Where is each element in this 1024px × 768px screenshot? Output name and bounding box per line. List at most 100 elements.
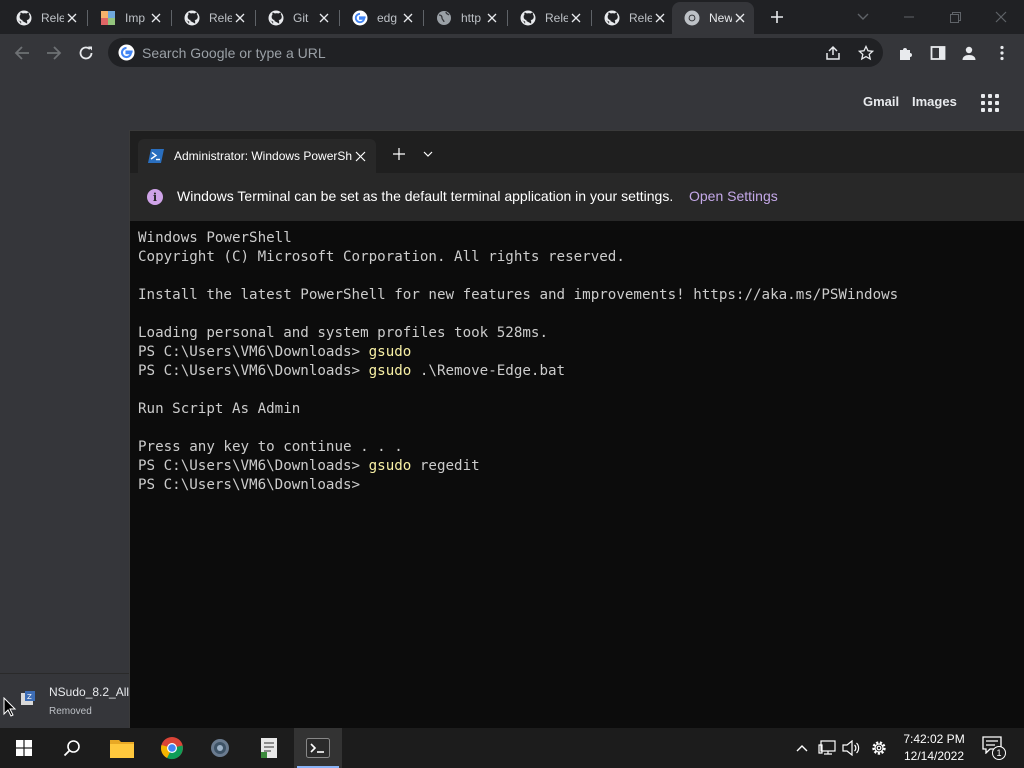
plus-icon <box>771 11 783 23</box>
browser-tab-title: Git <box>293 11 309 25</box>
terminal-tab[interactable]: Administrator: Windows PowerShell <box>138 139 376 173</box>
new-tab-button[interactable] <box>766 6 788 28</box>
download-filename: NSudo_8.2_All <box>49 685 129 699</box>
close-icon <box>735 13 745 23</box>
close-window-button[interactable] <box>978 0 1024 34</box>
clock[interactable]: 7:42:02 PM 12/14/2022 <box>898 731 970 765</box>
restore-icon <box>949 11 961 23</box>
tab-close-button[interactable] <box>568 10 584 26</box>
taskbar-settings-app[interactable] <box>196 728 244 768</box>
browser-tab[interactable]: New <box>672 2 754 34</box>
close-icon <box>235 13 245 23</box>
browser-toolbar <box>0 34 1024 71</box>
start-button[interactable] <box>0 728 48 768</box>
terminal-window: Administrator: Windows PowerShell i Wind… <box>129 130 1024 728</box>
tab-close-button[interactable] <box>652 10 668 26</box>
console-output-line: Loading personal and system profiles too… <box>138 325 548 341</box>
console-prompt: PS C:\Users\VM6\Downloads> <box>138 344 369 360</box>
profile-button[interactable] <box>955 39 983 67</box>
browser-tab-title: Rele <box>209 11 232 25</box>
browser-tab[interactable]: Imp <box>88 4 170 32</box>
side-panel-button[interactable] <box>924 39 952 67</box>
volume-button[interactable] <box>839 728 863 768</box>
info-icon: i <box>147 189 163 205</box>
colorful-square-icon <box>100 10 116 26</box>
omnibox[interactable] <box>108 38 883 67</box>
close-icon <box>655 13 665 23</box>
browser-tab[interactable]: http <box>424 4 506 32</box>
menu-button[interactable] <box>988 39 1016 67</box>
taskbar-windows-terminal[interactable] <box>294 728 342 768</box>
tab-close-button[interactable] <box>316 10 332 26</box>
bookmark-button[interactable] <box>855 42 877 64</box>
more-vert-icon <box>1000 45 1004 61</box>
tab-close-button[interactable] <box>232 10 248 26</box>
chevron-down-icon <box>423 151 433 157</box>
console-command: gsudo <box>368 458 412 474</box>
infobar-message: Windows Terminal can be set as the defau… <box>177 188 674 204</box>
console-output-line: Windows PowerShell <box>138 230 292 246</box>
taskbar-document-app[interactable] <box>245 728 293 768</box>
forward-button[interactable] <box>40 39 68 67</box>
tab-close-button[interactable] <box>484 10 500 26</box>
star-icon <box>858 45 874 61</box>
action-center-button[interactable]: 1 <box>982 736 1006 760</box>
console-command-line: PS C:\Users\VM6\Downloads> gsudo <box>138 343 1018 362</box>
close-icon <box>571 13 581 23</box>
browser-tab[interactable]: Rele <box>508 4 590 32</box>
browser-tab[interactable]: Git <box>256 4 338 32</box>
tab-close-button[interactable] <box>400 10 416 26</box>
search-icon <box>63 740 80 757</box>
console-output-line: Press any key to continue . . . <box>138 439 403 455</box>
terminal-console[interactable]: Windows PowerShell Copyright (C) Microsof… <box>138 229 1018 495</box>
gmail-link[interactable]: Gmail <box>863 94 899 109</box>
reload-button[interactable] <box>72 39 100 67</box>
github-icon <box>604 10 620 26</box>
settings-tray-button[interactable] <box>867 728 891 768</box>
console-command-line: PS C:\Users\VM6\Downloads> gsudo .\Remov… <box>138 362 1018 381</box>
github-icon <box>268 10 284 26</box>
browser-tab-title: Rele <box>545 11 568 25</box>
tab-close-button[interactable] <box>732 10 748 26</box>
close-icon <box>355 151 365 161</box>
console-output-line: Install the latest PowerShell for new fe… <box>138 287 899 303</box>
search-button[interactable] <box>48 728 96 768</box>
globe-icon <box>436 10 452 26</box>
google-apps-icon[interactable] <box>980 93 1000 113</box>
tab-close-button[interactable] <box>64 10 80 26</box>
console-args: .\Remove-Edge.bat <box>411 363 566 379</box>
github-icon <box>16 10 32 26</box>
browser-tab[interactable]: Rele <box>592 4 674 32</box>
share-button[interactable] <box>822 42 844 64</box>
back-button[interactable] <box>8 39 36 67</box>
download-status: Removed <box>49 706 92 717</box>
browser-tab[interactable]: Rele <box>172 4 254 32</box>
tab-search-button[interactable] <box>840 0 886 34</box>
close-icon <box>403 13 413 23</box>
browser-tab[interactable]: Rele <box>4 4 86 32</box>
omnibox-input[interactable] <box>142 42 802 63</box>
taskbar-file-explorer[interactable] <box>98 728 146 768</box>
google-icon <box>352 10 368 26</box>
taskbar-chrome[interactable] <box>148 728 196 768</box>
network-button[interactable] <box>815 728 839 768</box>
download-item[interactable]: Z NSudo_8.2_All Removed <box>0 673 129 728</box>
clock-date: 12/14/2022 <box>903 749 965 763</box>
terminal-dropdown-button[interactable] <box>420 147 436 161</box>
console-prompt: PS C:\Users\VM6\Downloads> <box>138 477 361 493</box>
images-link[interactable]: Images <box>912 94 957 109</box>
tab-close-button[interactable] <box>148 10 164 26</box>
console-output-line: Run Script As Admin <box>138 401 301 417</box>
minimize-button[interactable] <box>886 0 932 34</box>
terminal-new-tab-button[interactable] <box>390 145 408 163</box>
console-prompt: PS C:\Users\VM6\Downloads> <box>138 458 369 474</box>
restore-button[interactable] <box>932 0 978 34</box>
show-hidden-icons-button[interactable] <box>790 728 814 768</box>
browser-tab-title: New <box>709 11 732 25</box>
extensions-button[interactable] <box>892 39 920 67</box>
open-settings-link[interactable]: Open Settings <box>689 188 778 204</box>
browser-tab[interactable]: edg <box>340 4 422 32</box>
terminal-tab-close-button[interactable] <box>352 148 368 164</box>
archive-file-icon: Z <box>21 691 35 705</box>
